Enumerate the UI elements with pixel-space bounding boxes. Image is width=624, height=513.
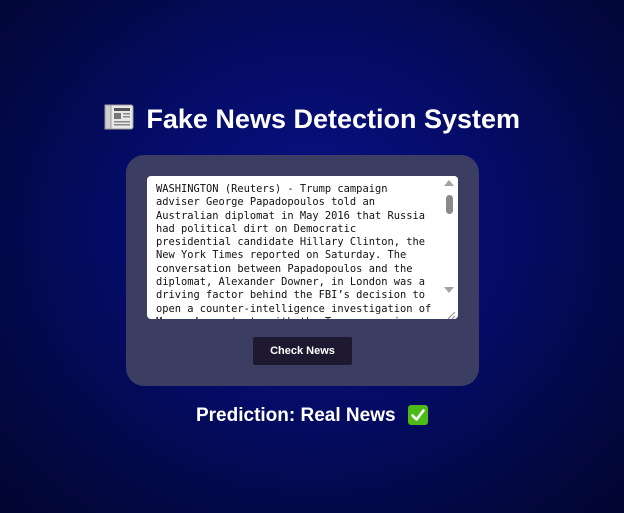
prediction-result: Prediction: Real News: [0, 404, 624, 427]
news-text-content[interactable]: WASHINGTON (Reuters) - Trump campaign ad…: [147, 176, 435, 319]
scroll-down-arrow-icon[interactable]: [444, 287, 454, 293]
news-text-area[interactable]: WASHINGTON (Reuters) - Trump campaign ad…: [147, 176, 458, 319]
newspaper-icon: [104, 104, 134, 130]
resize-handle-icon[interactable]: [446, 307, 456, 319]
text-area-scrollbar[interactable]: [441, 176, 458, 319]
page-header: Fake News Detection System: [0, 104, 624, 135]
scroll-up-arrow-icon[interactable]: [444, 180, 454, 186]
scroll-thumb[interactable]: [446, 195, 453, 214]
check-mark-icon: [408, 404, 428, 425]
check-news-button[interactable]: Check News: [253, 337, 352, 365]
prediction-text: Prediction: Real News: [195, 405, 396, 426]
page-title: Fake News Detection System: [146, 104, 521, 134]
input-card: WASHINGTON (Reuters) - Trump campaign ad…: [126, 155, 479, 386]
